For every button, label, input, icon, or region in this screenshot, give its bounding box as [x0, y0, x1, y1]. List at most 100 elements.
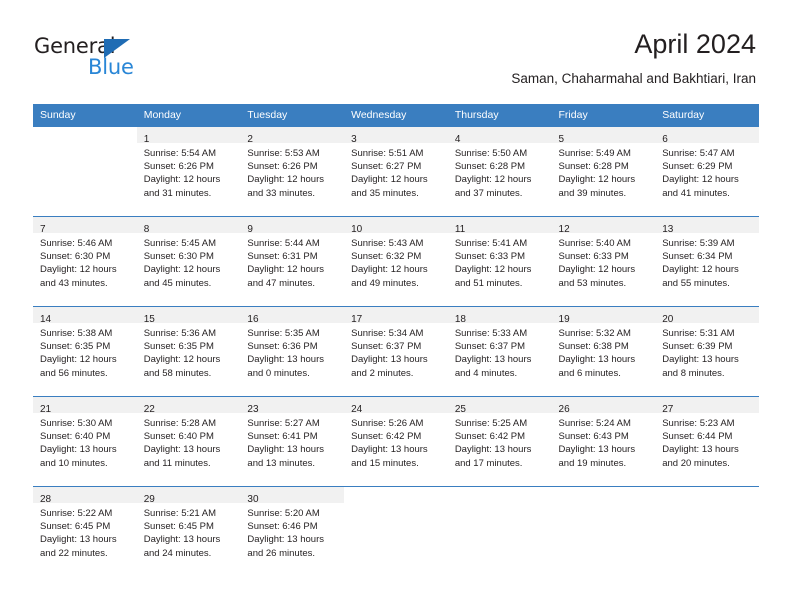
day-info-line: and 56 minutes.	[40, 367, 108, 379]
day-info-line: Daylight: 13 hours	[662, 444, 739, 456]
day-info-line: and 58 minutes.	[143, 367, 212, 379]
calendar-day-cell[interactable]: 30 Sunrise: 5:20 AM Sunset: 6:46 PM Dayligh…	[240, 486, 345, 576]
day-info-line: Daylight: 13 hours	[247, 534, 324, 546]
calendar-day-cell[interactable]: 26 Sunrise: 5:24 AM Sunset: 6:43 PM Dayligh…	[551, 396, 656, 487]
day-info-line: Sunset: 6:27 PM	[351, 161, 422, 173]
day-info: Sunrise: 5:54 AM Sunset: 6:26 PM Daylight:…	[137, 143, 241, 200]
calendar-day-cell[interactable]: 13 Sunrise: 5:39 AM Sunset: 6:34 PM Dayligh…	[655, 216, 759, 307]
day-info-line: Daylight: 12 hours	[454, 264, 532, 276]
day-number-bar: 7	[33, 217, 137, 235]
day-info-line: Sunset: 6:28 PM	[454, 161, 526, 173]
calendar-day-cell[interactable]: 2 Sunrise: 5:53 AM Sunset: 6:26 PM Daylight…	[240, 126, 345, 217]
day-info-line: Daylight: 13 hours	[40, 444, 117, 456]
calendar-day-cell[interactable]: 10 Sunrise: 5:43 AM Sunset: 6:32 PM Dayligh…	[344, 216, 448, 307]
day-info-line: and 24 minutes.	[143, 547, 212, 559]
day-info-line: Sunset: 6:34 PM	[662, 251, 733, 263]
calendar-day-cell[interactable]: 27 Sunrise: 5:23 AM Sunset: 6:44 PM Dayligh…	[655, 396, 759, 487]
day-info-line: Daylight: 12 hours	[40, 354, 117, 366]
day-number: 15	[143, 314, 155, 325]
day-number-bar: 14	[33, 307, 137, 325]
day-info-line: Daylight: 13 hours	[143, 444, 221, 456]
calendar-day-cell[interactable]: 19 Sunrise: 5:32 AM Sunset: 6:38 PM Dayligh…	[551, 306, 656, 397]
calendar-day-cell[interactable]: 17 Sunrise: 5:34 AM Sunset: 6:37 PM Dayligh…	[344, 306, 448, 397]
day-number: 19	[558, 314, 570, 325]
general-blue-logo[interactable]: General Blue	[34, 36, 164, 84]
calendar-day-cell-empty	[344, 486, 448, 576]
calendar-day-cell[interactable]: 7 Sunrise: 5:46 AM Sunset: 6:30 PM Daylight…	[33, 216, 137, 307]
calendar-day-cell[interactable]: 20 Sunrise: 5:31 AM Sunset: 6:39 PM Dayligh…	[655, 306, 759, 397]
day-info: Sunrise: 5:51 AM Sunset: 6:27 PM Daylight:…	[344, 143, 448, 200]
calendar-day-cell[interactable]: 24 Sunrise: 5:26 AM Sunset: 6:42 PM Dayligh…	[344, 396, 448, 487]
calendar-day-cell[interactable]: 11 Sunrise: 5:41 AM Sunset: 6:33 PM Dayligh…	[447, 216, 552, 307]
calendar-day-cell[interactable]: 18 Sunrise: 5:33 AM Sunset: 6:37 PM Dayligh…	[447, 306, 552, 397]
day-number-bar: 29	[136, 487, 241, 505]
day-number-bar: 19	[551, 307, 656, 325]
day-info: Sunrise: 5:31 AM Sunset: 6:39 PM Daylight:…	[655, 323, 759, 380]
calendar-day-cell[interactable]: 1 Sunrise: 5:54 AM Sunset: 6:26 PM Daylight…	[136, 126, 241, 217]
day-number: 14	[40, 314, 52, 325]
day-info-line: Sunset: 6:29 PM	[662, 161, 733, 173]
page-header: General Blue April 2024 Saman, Chaharmah…	[0, 0, 792, 96]
calendar-day-cell[interactable]: 23 Sunrise: 5:27 AM Sunset: 6:41 PM Dayligh…	[240, 396, 345, 487]
logo-text-blue: Blue	[88, 55, 134, 79]
calendar-day-cell[interactable]: 29 Sunrise: 5:21 AM Sunset: 6:45 PM Dayligh…	[136, 486, 241, 576]
day-number: 22	[143, 404, 155, 415]
day-info-line: Daylight: 12 hours	[247, 264, 324, 276]
weekday-header-saturday: Saturday	[655, 104, 759, 127]
day-info: Sunrise: 5:39 AM Sunset: 6:34 PM Daylight:…	[655, 233, 759, 290]
calendar-day-cell[interactable]: 16 Sunrise: 5:35 AM Sunset: 6:36 PM Dayligh…	[240, 306, 345, 397]
day-number-bar	[344, 487, 448, 503]
day-number-bar: 17	[344, 307, 448, 325]
calendar-day-cell[interactable]: 22 Sunrise: 5:28 AM Sunset: 6:40 PM Dayligh…	[136, 396, 241, 487]
calendar-day-cell[interactable]: 12 Sunrise: 5:40 AM Sunset: 6:33 PM Dayligh…	[551, 216, 656, 307]
day-info-line: Sunrise: 5:54 AM	[143, 148, 217, 159]
day-info-line: Sunset: 6:32 PM	[351, 251, 422, 263]
day-info-line: Sunrise: 5:28 AM	[143, 418, 217, 429]
day-number: 12	[558, 224, 570, 235]
calendar-day-cell[interactable]: 21 Sunrise: 5:30 AM Sunset: 6:40 PM Dayligh…	[33, 396, 137, 487]
calendar-day-cell[interactable]: 25 Sunrise: 5:25 AM Sunset: 6:42 PM Dayligh…	[447, 396, 552, 487]
day-info-line: Sunset: 6:37 PM	[454, 341, 526, 353]
day-number-bar: 4	[447, 127, 552, 145]
calendar-day-cell[interactable]: 3 Sunrise: 5:51 AM Sunset: 6:27 PM Daylight…	[344, 126, 448, 217]
day-number-bar: 28	[33, 487, 137, 505]
day-info-line: Sunrise: 5:49 AM	[558, 148, 631, 159]
day-info-line: Daylight: 13 hours	[351, 444, 428, 456]
day-info-line: and 22 minutes.	[40, 547, 108, 559]
day-info-line: Sunset: 6:26 PM	[143, 161, 214, 173]
day-info-line: Daylight: 13 hours	[143, 534, 221, 546]
calendar-day-cell[interactable]: 14 Sunrise: 5:38 AM Sunset: 6:35 PM Dayligh…	[33, 306, 137, 397]
day-number-bar: 12	[551, 217, 656, 235]
day-info-line: and 41 minutes.	[662, 187, 730, 199]
calendar-day-cell[interactable]: 5 Sunrise: 5:49 AM Sunset: 6:28 PM Daylight…	[551, 126, 656, 217]
day-info-line: Sunrise: 5:33 AM	[454, 328, 528, 339]
day-info: Sunrise: 5:36 AM Sunset: 6:35 PM Daylight:…	[137, 323, 241, 380]
day-info-line: Daylight: 12 hours	[351, 174, 428, 186]
day-number-bar: 16	[240, 307, 345, 325]
day-info: Sunrise: 5:22 AM Sunset: 6:45 PM Daylight:…	[33, 503, 137, 560]
calendar-week-row: 1 Sunrise: 5:54 AM Sunset: 6:26 PM Daylight…	[33, 126, 759, 217]
day-info-line: and 19 minutes.	[558, 457, 627, 469]
calendar-day-cell[interactable]: 15 Sunrise: 5:36 AM Sunset: 6:35 PM Dayligh…	[136, 306, 241, 397]
calendar-day-cell[interactable]: 8 Sunrise: 5:45 AM Sunset: 6:30 PM Daylight…	[136, 216, 241, 307]
day-info-line: Sunrise: 5:23 AM	[662, 418, 735, 429]
calendar-day-cell[interactable]: 9 Sunrise: 5:44 AM Sunset: 6:31 PM Daylight…	[240, 216, 345, 307]
calendar-day-cell[interactable]: 6 Sunrise: 5:47 AM Sunset: 6:29 PM Daylight…	[655, 126, 759, 217]
day-info-line: Sunrise: 5:36 AM	[143, 328, 217, 339]
day-info-line: Sunset: 6:36 PM	[247, 341, 318, 353]
day-info: Sunrise: 5:30 AM Sunset: 6:40 PM Daylight:…	[33, 413, 137, 470]
day-info-line: Sunset: 6:45 PM	[143, 521, 214, 533]
day-info-line: and 45 minutes.	[143, 277, 212, 289]
day-info-line: Daylight: 13 hours	[40, 534, 117, 546]
day-info-line: Sunrise: 5:40 AM	[558, 238, 631, 249]
day-number: 10	[351, 224, 363, 235]
calendar-day-cell[interactable]: 4 Sunrise: 5:50 AM Sunset: 6:28 PM Daylight…	[447, 126, 552, 217]
day-info-line: Sunset: 6:30 PM	[143, 251, 214, 263]
day-info-line: Sunrise: 5:51 AM	[351, 148, 424, 159]
day-info-line: Sunset: 6:30 PM	[40, 251, 111, 263]
day-info-line: Sunset: 6:44 PM	[662, 431, 733, 443]
calendar-day-cell-empty	[447, 486, 552, 576]
day-info: Sunrise: 5:43 AM Sunset: 6:32 PM Daylight:…	[344, 233, 448, 290]
day-info-line: Daylight: 12 hours	[143, 264, 221, 276]
calendar-day-cell[interactable]: 28 Sunrise: 5:22 AM Sunset: 6:45 PM Dayligh…	[33, 486, 137, 576]
